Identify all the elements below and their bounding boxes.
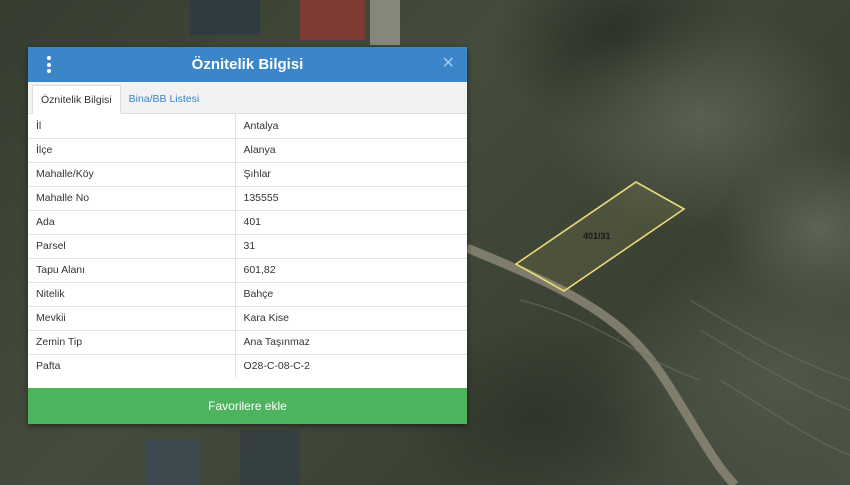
table-row: Ada 401	[28, 210, 467, 235]
attribute-table: İl Antalya İlçe Alanya Mahalle/Köy Şıhlar Maha…	[28, 114, 467, 378]
close-icon[interactable]: ✕	[442, 55, 455, 73]
attribute-value: Ana Taşınmaz	[235, 330, 467, 355]
attribute-value: Kara Kise	[235, 306, 467, 331]
attribute-key: Parsel	[28, 234, 236, 259]
attribute-value: O28-C-08-C-2	[243, 360, 311, 373]
attribute-value: 135555	[235, 186, 467, 211]
attribute-value: Bahçe	[235, 282, 467, 307]
attribute-key: Mahalle No	[28, 186, 236, 211]
building-roof	[370, 0, 400, 45]
tab-building-list[interactable]: Bina/BB Listesi	[121, 85, 208, 113]
add-to-favorites-button[interactable]: Favorilere ekle	[28, 388, 467, 424]
attribute-value: Antalya	[235, 114, 467, 139]
attribute-key: Zemin Tip	[28, 330, 236, 355]
parcel-label: 401/31	[583, 231, 611, 241]
attribute-value: 31	[235, 234, 467, 259]
table-row: Tapu Alanı 601,82	[28, 258, 467, 283]
attribute-key: İl	[28, 114, 236, 139]
table-row: İl Antalya	[28, 114, 467, 139]
building-roof	[145, 440, 200, 485]
building-roof	[300, 0, 365, 40]
table-row: Pafta O28-C-08-C-2	[28, 354, 467, 378]
attribute-value: 601,82	[235, 258, 467, 283]
attribute-key: Mevkii	[28, 306, 236, 331]
attribute-key: Nitelik	[28, 282, 236, 307]
attribute-key: Mahalle/Köy	[28, 162, 236, 187]
tab-bar: Öznitelik Bilgisi Bina/BB Listesi	[28, 82, 467, 114]
table-row: İlçe Alanya	[28, 138, 467, 163]
table-row: Parsel 31	[28, 234, 467, 259]
building-roof	[240, 430, 300, 485]
panel-header: Öznitelik Bilgisi ✕	[28, 47, 467, 82]
table-row: Mevkii Kara Kise	[28, 306, 467, 331]
attribute-value: 401	[235, 210, 467, 235]
attribute-info-panel: Öznitelik Bilgisi ✕ Öznitelik Bilgisi Bi…	[28, 47, 467, 424]
table-row: Nitelik Bahçe	[28, 282, 467, 307]
building-roof	[190, 0, 260, 35]
attribute-value: Alanya	[235, 138, 467, 163]
table-row: Mahalle/Köy Şıhlar	[28, 162, 467, 187]
table-row: Zemin Tip Ana Taşınmaz	[28, 330, 467, 355]
panel-title: Öznitelik Bilgisi	[191, 56, 304, 73]
tab-attribute-info[interactable]: Öznitelik Bilgisi	[32, 85, 121, 114]
attribute-value: Şıhlar	[235, 162, 467, 187]
attribute-key: Ada	[28, 210, 236, 235]
attribute-key: İlçe	[28, 138, 236, 163]
vertical-dots-menu-icon[interactable]	[44, 56, 54, 73]
attribute-key: Tapu Alanı	[28, 258, 236, 283]
attribute-key: Pafta	[28, 354, 236, 378]
road	[465, 243, 739, 485]
table-row: Mahalle No 135555	[28, 186, 467, 211]
